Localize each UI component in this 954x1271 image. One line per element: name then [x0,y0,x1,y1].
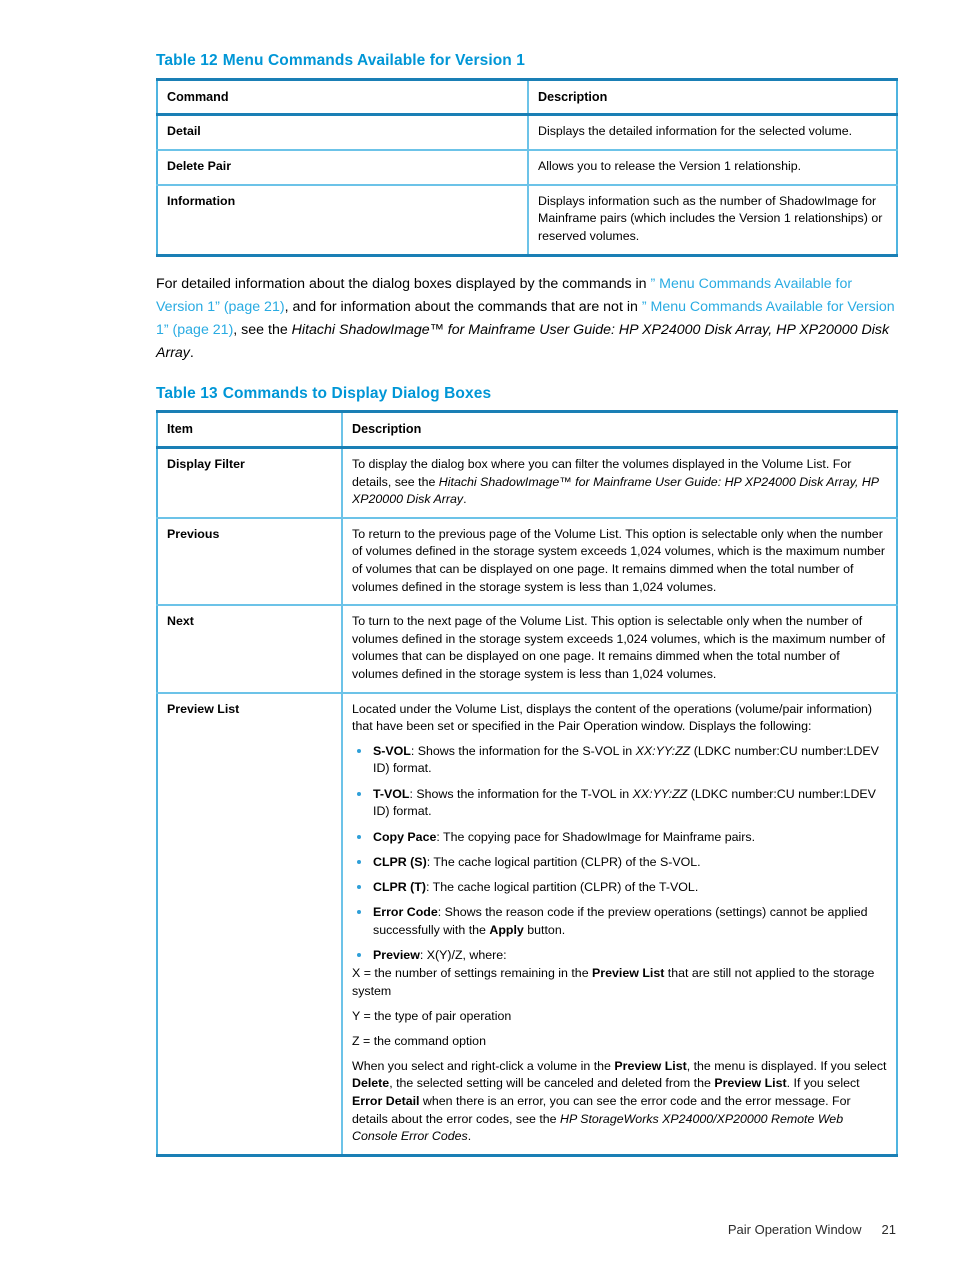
preview-variable-y: Y = the type of pair operation [352,1008,512,1023]
table-row: Information Displays information such as… [157,184,897,256]
table-13-cell-item: Next [157,605,342,694]
list-item: Error Code: Shows the reason code if the… [352,904,887,939]
preview-list-reference: Preview List [614,1058,687,1073]
table-13-caption-number: Table 13 [156,384,218,402]
table-12-cell-description: Displays information such as the number … [527,184,897,256]
table-13-caption: Table 13 Commands to Display Dialog Boxes [156,385,896,404]
table-13-header-row: Item Description [157,411,897,449]
table-13-cell-item: Previous [157,517,342,607]
paragraph-segment-1: For detailed information about the dialo… [156,275,651,292]
delete-menu-reference: Delete [352,1076,390,1091]
table-13-cell-item: Preview List [167,701,240,716]
bullet-term: CLPR (T) [373,880,426,895]
paragraph-segment-3: , see the [233,321,292,338]
bullet-text-a: : Shows the information for the T-VOL in [409,786,633,801]
bullet-text-a: : The cache logical partition (CLPR) of … [426,854,701,869]
preview-list-closing-paragraph: When you select and right-click a volume… [352,1058,887,1146]
bullet-term: T-VOL [373,786,410,801]
closing-text-c: , the selected setting will be canceled … [389,1076,715,1091]
table-13-cell-item: Display Filter [157,447,342,519]
table-13-caption-title: Commands to Display Dialog Boxes [222,384,492,402]
display-filter-description: To display the dialog box where you can … [352,456,887,509]
table-12-cell-description: Allows you to release the Version 1 rela… [527,150,897,186]
bullet-dot-icon [357,791,361,796]
footer-page-number: 21 [881,1222,896,1237]
bullet-dot-icon [357,910,361,915]
table-13-cell-description: Located under the Volume List, displays … [341,692,897,1156]
table-13: Item Description Display Filter To displ… [156,410,898,1157]
bullet-text-a: : X(Y)/Z, where: [419,948,507,963]
closing-text-f: . [467,1129,472,1144]
next-description: To turn to the next page of the Volume L… [352,614,886,682]
error-detail-reference: Error Detail [352,1093,420,1108]
table-13-header-description: Description [341,411,897,449]
preview-list-reference: Preview List [714,1076,787,1091]
table-12-header-command: Command [157,79,528,117]
table-12-caption-number: Table 12 [156,52,218,69]
document-page: Table 12 Menu Commands Available for Vers… [0,0,954,1271]
list-item: Preview: X(Y)/Z, where: [352,947,887,965]
paragraph-segment-2: , and for information about the commands… [284,298,642,315]
table-12: Command Description Detail Displays the … [156,77,898,257]
page-content: Table 12 Menu Commands Available for Vers… [156,52,898,1157]
bullet-term: Error Code [373,905,438,920]
table-13-cell-description: To return to the previous page of the Vo… [341,517,897,607]
bullet-term: Preview [373,948,420,963]
closing-text-b: , the menu is displayed. If you select [686,1058,887,1073]
bullet-text-a: : The copying pace for ShadowImage for M… [436,829,756,844]
bullet-dot-icon [357,748,361,753]
paragraph-segment-4: . [189,344,194,361]
display-filter-text-b: . [463,492,467,507]
table-12-cell-command: Detail [157,114,528,152]
table-row: Delete Pair Allows you to release the Ve… [157,150,897,186]
list-item: CLPR (S): The cache logical partition (C… [352,854,887,872]
bullet-dot-icon [357,885,361,890]
table-12-cell-description: Displays the detailed information for th… [527,114,897,152]
apply-button-reference: Apply [489,923,524,938]
table-12-header-description: Description [527,79,897,117]
bullet-format-italic: XX:YY:ZZ [635,743,691,758]
bullet-dot-icon [357,859,361,864]
bullet-term: Copy Pace [373,829,437,844]
table-12-cell-command: Delete Pair [157,150,528,186]
preview-list-bullets: S-VOL: Shows the information for the S-V… [352,743,887,965]
preview-list-reference: Preview List [592,965,665,980]
table-row: Preview List Located under the Volume Li… [157,692,897,1156]
bullet-dot-icon [357,834,361,839]
closing-text-d: . If you select [786,1076,860,1091]
list-item: Copy Pace: The copying pace for ShadowIm… [352,829,887,847]
table-12-cell-command: Information [167,193,236,208]
preview-variable-x: X = the number of settings remaining in … [352,965,887,1000]
table-13-cell-description: To turn to the next page of the Volume L… [341,605,897,694]
bullet-term: S-VOL [373,743,411,758]
bullet-text-a: : The cache logical partition (CLPR) of … [426,880,699,895]
table-12-header-row: Command Description [157,79,897,117]
bullet-format-italic: XX:YY:ZZ [632,786,688,801]
preview-variable-z: Z = the command option [352,1033,486,1048]
table-12-caption: Table 12 Menu Commands Available for Vers… [156,52,896,71]
table-row: Detail Displays the detailed information… [157,114,897,152]
previous-description: To return to the previous page of the Vo… [352,526,886,594]
preview-variable-x-text-a: X = the number of settings remaining in … [352,965,593,980]
body-paragraph: For detailed information about the dialo… [156,273,896,365]
bullet-text-b: button. [523,923,566,938]
list-item: T-VOL: Shows the information for the T-V… [352,786,887,821]
table-row: Display Filter To display the dialog box… [157,447,897,519]
bullet-text-a: : Shows the reason code if the preview o… [373,905,868,938]
list-item: S-VOL: Shows the information for the S-V… [352,743,887,778]
preview-list-intro: Located under the Volume List, displays … [352,701,873,734]
table-12-caption-title: Menu Commands Available for Version 1 [222,52,525,69]
table-13-cell-description: To display the dialog box where you can … [341,447,897,519]
bullet-dot-icon [357,953,361,958]
bullet-text-a: : Shows the information for the S-VOL in [410,743,636,758]
footer-section-title: Pair Operation Window [727,1222,862,1237]
table-row: Next To turn to the next page of the Vol… [157,605,897,694]
page-footer: Pair Operation Window 21 [0,1222,954,1237]
bullet-term: CLPR (S) [373,854,427,869]
table-row: Previous To return to the previous page … [157,517,897,607]
closing-text-a: When you select and right-click a volume… [352,1058,615,1073]
table-13-header-item: Item [157,411,342,449]
list-item: CLPR (T): The cache logical partition (C… [352,879,887,897]
